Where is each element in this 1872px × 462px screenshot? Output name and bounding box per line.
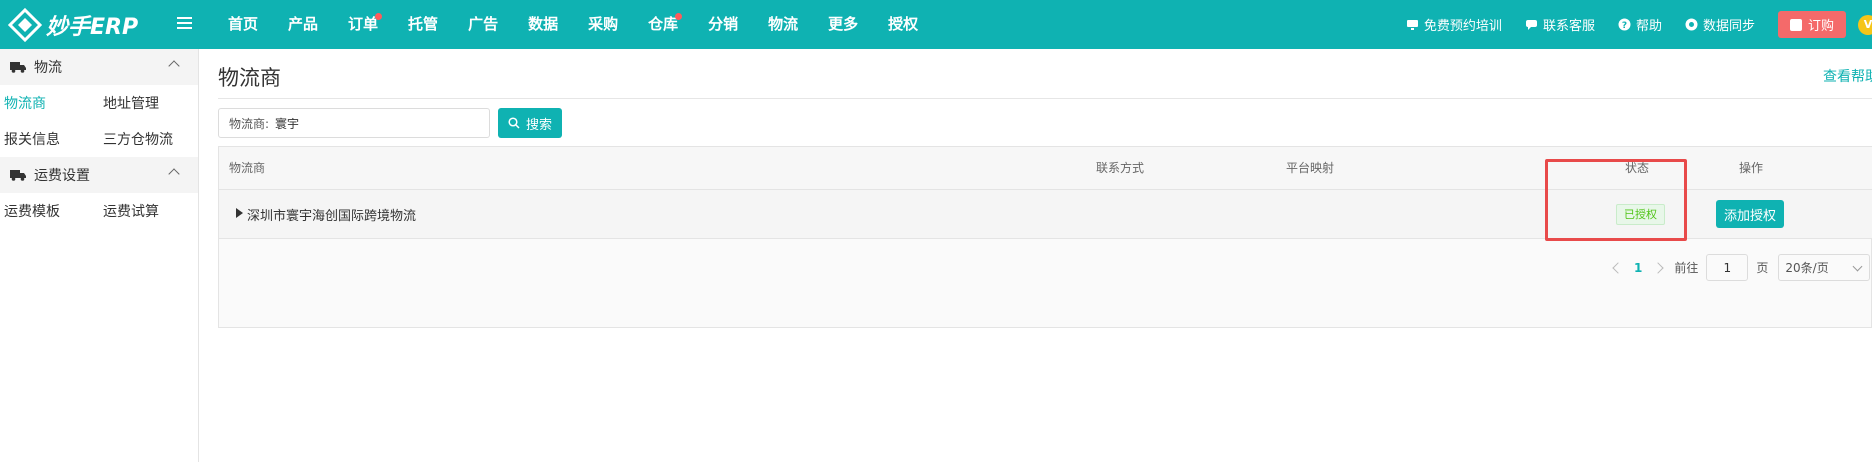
order-button[interactable]: 订购 <box>1777 11 1846 38</box>
search-button[interactable]: 搜索 <box>498 108 562 138</box>
status-highlight-box <box>1545 159 1687 241</box>
sync-icon <box>1685 18 1698 31</box>
pagination: 1 前往 1 页 20条/页 <box>1612 254 1871 281</box>
chevron-up-icon <box>168 168 180 180</box>
nav-item-orders[interactable]: 订单 <box>333 0 393 49</box>
prev-page-icon[interactable] <box>1612 261 1624 274</box>
top-navbar: 妙手ERP 首页 产品 订单 托管 广告 数据 采购 仓库 分销 物流 更多 授… <box>0 0 1872 49</box>
next-page-icon[interactable] <box>1652 261 1665 274</box>
top-utilities: 免费预约培训 联系客服 ? 帮助 数据同步 订购 V <box>1406 0 1872 49</box>
page-title: 物流商 <box>218 66 281 90</box>
chevron-up-icon <box>168 60 180 72</box>
sidebar-item-3pl[interactable]: 三方仓物流 <box>99 129 198 149</box>
support-link[interactable]: 联系客服 <box>1525 15 1595 34</box>
search-value: 寰宇 <box>275 116 300 131</box>
view-help-link[interactable]: 查看帮助 <box>1823 66 1872 86</box>
notification-dot <box>675 13 683 20</box>
training-link[interactable]: 免费预约培训 <box>1406 15 1502 34</box>
carrier-search-input[interactable]: 物流商: 寰宇 <box>218 108 490 138</box>
search-icon <box>508 117 520 129</box>
col-carrier: 物流商 <box>229 161 266 175</box>
sidebar-item-customs[interactable]: 报关信息 <box>0 129 99 149</box>
data-sync-link[interactable]: 数据同步 <box>1685 15 1755 34</box>
divider <box>218 98 1872 99</box>
nav-item-logistics[interactable]: 物流 <box>753 0 813 49</box>
page-label: 页 <box>1756 261 1769 275</box>
monitor-icon <box>1406 20 1418 30</box>
sidebar-item-carriers[interactable]: 物流商 <box>0 93 99 113</box>
logo-icon <box>8 8 42 42</box>
nav-item-more[interactable]: 更多 <box>813 0 873 49</box>
current-page[interactable]: 1 <box>1634 261 1642 275</box>
add-authorization-button[interactable]: 添加授权 <box>1716 200 1784 228</box>
nav-item-purchase[interactable]: 采购 <box>573 0 633 49</box>
expand-row-icon[interactable] <box>236 208 243 218</box>
nav-item-authorization[interactable]: 授权 <box>873 0 933 49</box>
notification-dot <box>375 13 383 20</box>
sidebar-item-addresses[interactable]: 地址管理 <box>99 93 198 113</box>
nav-item-hosting[interactable]: 托管 <box>393 0 453 49</box>
nav-item-products[interactable]: 产品 <box>273 0 333 49</box>
main-nav: 首页 产品 订单 托管 广告 数据 采购 仓库 分销 物流 更多 授权 <box>213 0 933 49</box>
chat-icon <box>1525 20 1537 30</box>
carrier-name: 深圳市寰宇海创国际跨境物流 <box>247 209 417 224</box>
menu-toggle-icon[interactable] <box>177 14 193 34</box>
cart-icon <box>1789 18 1802 31</box>
help-link[interactable]: ? 帮助 <box>1618 15 1662 34</box>
vip-badge[interactable]: V <box>1858 14 1872 35</box>
search-label: 物流商: <box>229 116 270 131</box>
sidebar: 物流 物流商 地址管理 报关信息 三方仓物流 运费设置 运费模板 运费试算 <box>0 49 199 462</box>
truck-icon <box>10 170 26 181</box>
truck-icon <box>10 62 26 73</box>
nav-item-data[interactable]: 数据 <box>513 0 573 49</box>
col-contact: 联系方式 <box>1096 161 1145 175</box>
question-icon: ? <box>1618 18 1631 31</box>
goto-page-input[interactable]: 1 <box>1706 254 1749 281</box>
svg-text:?: ? <box>1622 21 1627 31</box>
app-logo[interactable]: 妙手ERP <box>8 8 138 42</box>
nav-item-ads[interactable]: 广告 <box>453 0 513 49</box>
brand-name: 妙手ERP <box>46 15 139 40</box>
page-size-select[interactable]: 20条/页 <box>1778 254 1871 281</box>
nav-item-distribution[interactable]: 分销 <box>693 0 753 49</box>
sidebar-item-fee-templates[interactable]: 运费模板 <box>0 201 99 221</box>
sidebar-group-logistics[interactable]: 物流 <box>0 49 198 85</box>
goto-label: 前往 <box>1674 261 1699 275</box>
col-platform-mapping: 平台映射 <box>1286 161 1335 175</box>
nav-item-home[interactable]: 首页 <box>213 0 273 49</box>
main-content: 物流商 查看帮助 物流商: 寰宇 搜索 物流商 联系方式 平台映射 状态 操作 … <box>218 49 1872 462</box>
sidebar-group-shipping-fees[interactable]: 运费设置 <box>0 157 198 193</box>
chevron-down-icon <box>1852 261 1863 272</box>
nav-item-warehouse[interactable]: 仓库 <box>633 0 693 49</box>
col-actions: 操作 <box>1739 161 1764 175</box>
sidebar-item-fee-calculator[interactable]: 运费试算 <box>99 201 198 221</box>
